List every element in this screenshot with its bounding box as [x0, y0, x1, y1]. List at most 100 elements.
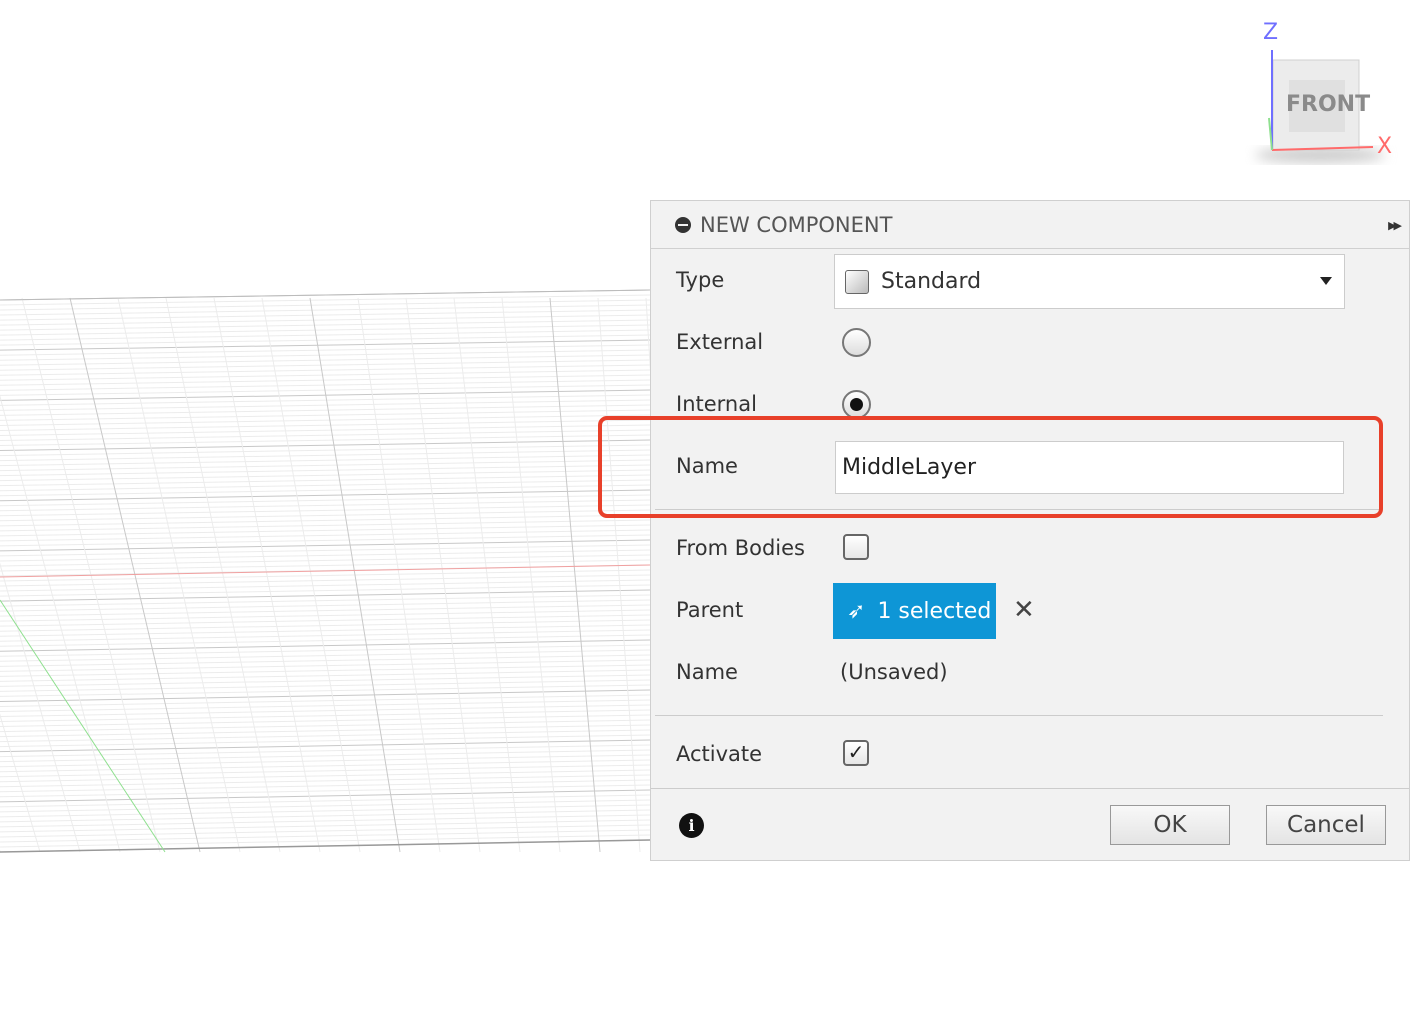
grid-line: [0, 694, 650, 707]
grid-line: [0, 679, 650, 692]
grid-line: [0, 519, 650, 532]
grid-line: [0, 819, 650, 833]
expand-icon[interactable]: ▶▶: [1388, 219, 1402, 232]
chevron-down-icon: [1320, 277, 1332, 285]
grid-line: [0, 829, 650, 843]
activate-label: Activate: [676, 742, 763, 766]
grid-line: [0, 664, 650, 677]
grid-line: [0, 394, 650, 406]
parent-selection-button[interactable]: ➶ 1 selected: [833, 583, 996, 639]
grid-line: [0, 634, 650, 647]
grid-line: [0, 539, 650, 552]
grid-line: [0, 429, 650, 442]
grid-line: [0, 439, 650, 452]
grid-line: [0, 579, 650, 592]
cancel-button[interactable]: Cancel: [1266, 805, 1386, 845]
grid-line: [0, 729, 650, 743]
grid-line: [0, 494, 650, 507]
type-dropdown[interactable]: Standard: [834, 254, 1345, 309]
grid-line: [0, 689, 650, 702]
grid-line: [0, 624, 650, 637]
grid-line: [0, 784, 650, 798]
grid-line: [0, 804, 650, 818]
grid-line: [0, 444, 650, 457]
grid-line: [0, 559, 650, 572]
grid-line: [0, 419, 650, 431]
grid-line: [0, 294, 650, 306]
front-face-label[interactable]: FRONT: [1286, 92, 1370, 117]
grid-line: [0, 329, 650, 341]
grid-line: [0, 609, 650, 622]
grid-line: [0, 704, 650, 718]
internal-label: Internal: [676, 392, 757, 416]
grid-line: [0, 469, 650, 482]
name-highlight-annotation: [598, 416, 1383, 518]
clear-selection-icon[interactable]: ✕: [1013, 595, 1035, 625]
component-cube-icon: [845, 269, 869, 294]
view-cube[interactable]: FRONT Z X: [1245, 20, 1405, 170]
grid-line: [0, 709, 650, 723]
grid-line: [0, 554, 650, 567]
grid-line: [0, 789, 650, 803]
grid-line: [0, 339, 650, 351]
grid-line: [0, 459, 650, 472]
grid-line: [0, 499, 650, 512]
z-axis-label: Z: [1263, 20, 1279, 45]
grid-line: [0, 464, 650, 477]
grid-line: [0, 344, 650, 356]
grid-line: [0, 349, 650, 361]
activate-checkbox[interactable]: ✓: [843, 740, 869, 766]
grid-line: [0, 739, 650, 753]
grid-line: [0, 484, 650, 497]
grid-line: [0, 489, 650, 502]
grid-line: [0, 374, 650, 386]
grid-line: [0, 614, 650, 627]
ground-grid: [0, 289, 650, 853]
grid-edge: [0, 839, 650, 853]
external-label: External: [676, 330, 764, 354]
grid-line: [0, 514, 650, 527]
grid-line: [0, 424, 650, 436]
from-bodies-checkbox[interactable]: [843, 534, 869, 560]
info-icon[interactable]: i: [679, 813, 704, 838]
grid-line: [0, 474, 650, 487]
grid-line: [0, 699, 650, 712]
cursor-arrow-icon: ➶: [847, 598, 866, 624]
divider: [655, 715, 1383, 716]
parent-value: 1 selected: [877, 598, 992, 624]
internal-radio[interactable]: [842, 390, 871, 419]
grid-line: [0, 619, 650, 632]
grid-line: [0, 454, 650, 467]
dialog-header: NEW COMPONENT ▶▶: [651, 201, 1409, 249]
new-component-dialog: NEW COMPONENT ▶▶ Type Standard External …: [650, 200, 1410, 861]
collapse-icon[interactable]: [675, 216, 691, 233]
grid-line: [0, 529, 650, 542]
grid-line: [0, 824, 650, 838]
grid-line: [0, 749, 650, 763]
type-label: Type: [676, 268, 725, 292]
from-bodies-label: From Bodies: [676, 536, 805, 560]
grid-line: [0, 724, 650, 738]
grid-line: [0, 549, 650, 562]
grid-line: [0, 449, 650, 462]
external-radio[interactable]: [842, 328, 871, 357]
grid-line: [0, 814, 650, 828]
x-axis-label: X: [1377, 134, 1393, 159]
grid-line: [0, 734, 650, 748]
grid-line: [0, 534, 650, 547]
grid-line: [0, 809, 650, 823]
grid-line: [0, 794, 650, 808]
grid-line: [0, 509, 650, 522]
grid-line: [0, 799, 650, 813]
ok-button[interactable]: OK: [1110, 805, 1230, 845]
document-name-value: (Unsaved): [840, 660, 948, 684]
grid-line: [453, 297, 521, 853]
grid-line: [0, 639, 650, 652]
grid-line: [0, 299, 650, 311]
grid-edge: [0, 289, 650, 301]
parent-label: Parent: [676, 598, 744, 622]
grid-line: [0, 744, 650, 758]
grid-line: [0, 399, 650, 411]
grid-line: [0, 524, 650, 537]
grid-line: [0, 629, 650, 642]
